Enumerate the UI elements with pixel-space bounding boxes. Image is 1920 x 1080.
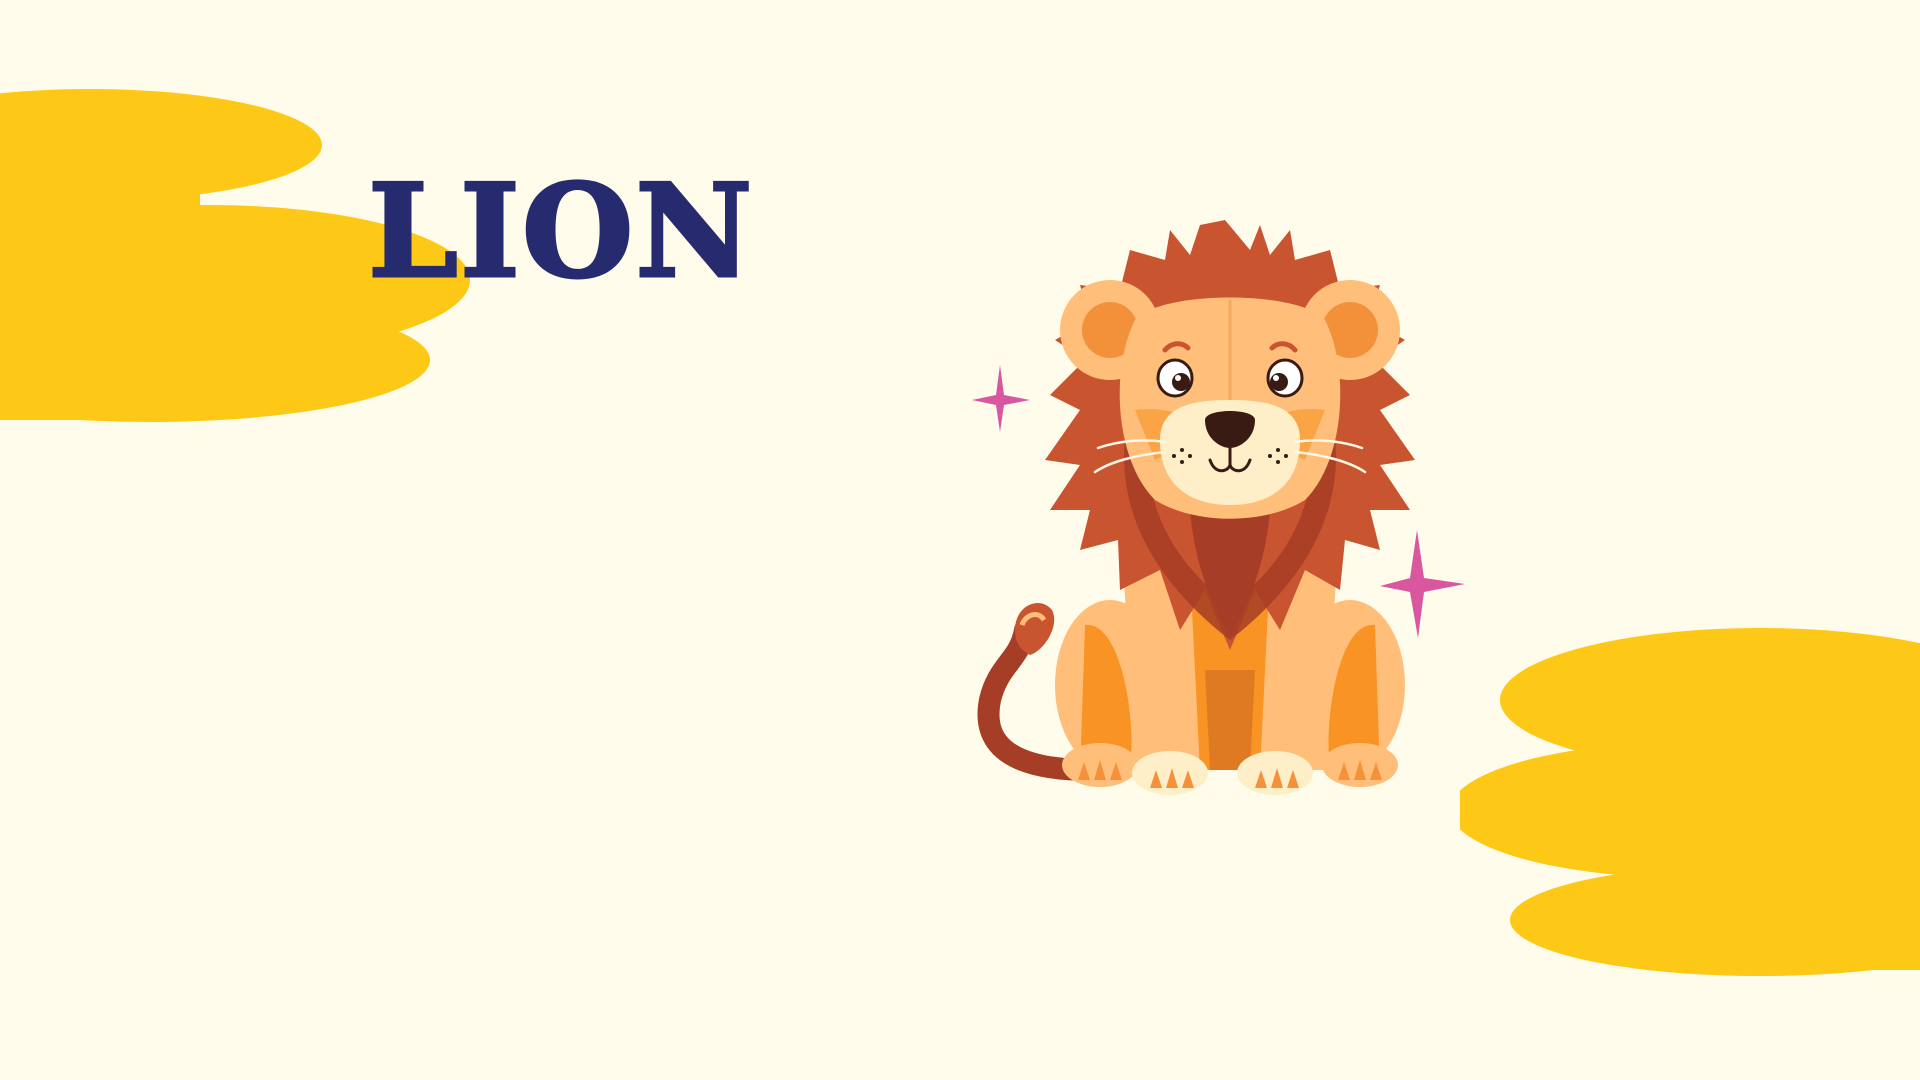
- slide-canvas: LION: [0, 0, 1920, 1080]
- lion-illustration: [972, 220, 1465, 795]
- page-title: LION: [366, 157, 755, 307]
- sparkle-icon: [1380, 530, 1465, 638]
- cloud-bottom-right-icon: [1460, 628, 1920, 976]
- sparkle-icon: [972, 365, 1030, 432]
